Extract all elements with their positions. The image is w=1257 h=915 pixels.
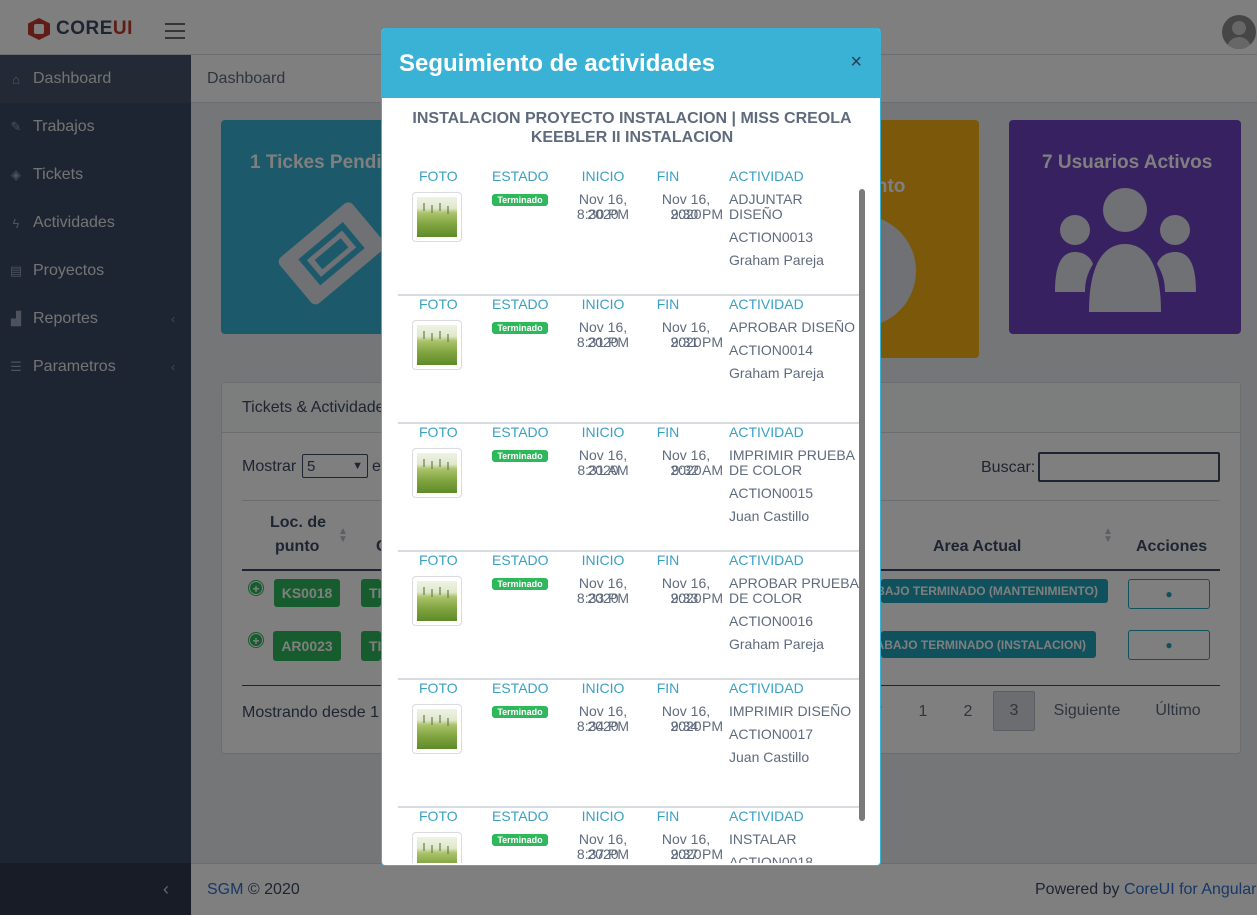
activity-name: INSTALAR	[729, 831, 797, 847]
end-time: 9:30 PM	[670, 206, 723, 222]
start-time: 8:30 PM	[576, 206, 630, 222]
modal-body: INSTALACION PROYECTO INSTALACION | MISS …	[382, 98, 880, 863]
activity-user: Juan Castillo	[729, 749, 810, 765]
activity-item: FOTO ESTADO INICIO FIN ACTIVIDAD Terminado Nov…	[398, 680, 859, 808]
activity-name: IMPRIMIR PRUEBA	[729, 447, 856, 463]
status-badge: Terminado	[492, 450, 548, 462]
activity-name: APROBAR PRUEBA	[729, 575, 859, 591]
activity-item: FOTO ESTADO INICIO FIN ACTIVIDAD Terminado Nov…	[398, 424, 859, 552]
activity-photo-thumbnail[interactable]	[412, 448, 462, 498]
col-label-activity: ACTIVIDAD	[729, 296, 804, 312]
activity-code: ACTION0014	[729, 342, 814, 358]
col-label-photo: FOTO	[419, 424, 458, 440]
status-badge: Terminado	[492, 706, 548, 718]
col-label-start: INICIO	[581, 680, 625, 696]
col-label-status: ESTADO	[492, 808, 549, 824]
activity-photo-thumbnail[interactable]	[412, 704, 462, 754]
image-icon	[417, 837, 457, 863]
project-title: INSTALACION PROYECTO INSTALACION | MISS …	[412, 110, 852, 146]
activity-photo-thumbnail[interactable]	[412, 832, 462, 863]
col-label-status: ESTADO	[492, 552, 549, 568]
activity-item: FOTO ESTADO INICIO FIN ACTIVIDAD Terminado Nov…	[398, 296, 859, 424]
col-label-photo: FOTO	[419, 168, 458, 184]
col-label-photo: FOTO	[419, 808, 458, 824]
status-badge: Terminado	[492, 322, 548, 334]
col-label-status: ESTADO	[492, 424, 549, 440]
col-label-photo: FOTO	[419, 552, 458, 568]
end-time: 9:32 AM	[671, 462, 723, 478]
image-icon	[417, 453, 457, 493]
start-time: 8:34 PM	[576, 718, 630, 734]
start-time: 8:31 PM	[576, 334, 630, 350]
modal-title: Seguimiento de actividades	[399, 49, 716, 77]
col-label-start: INICIO	[581, 808, 625, 824]
col-label-photo: FOTO	[419, 680, 458, 696]
col-label-end: FIN	[656, 808, 680, 824]
activity-code: ACTION0015	[729, 485, 814, 501]
col-label-activity: ACTIVIDAD	[729, 424, 804, 440]
status-badge: Terminado	[492, 194, 548, 206]
activity-code: ACTION0016	[729, 613, 814, 629]
activity-code: ACTION0017	[729, 726, 814, 742]
activity-name-line-2: DE COLOR	[729, 590, 803, 606]
activity-name-line-2: DISEÑO	[729, 206, 783, 222]
activity-user: Juan Castillo	[729, 508, 810, 524]
col-label-end: FIN	[656, 680, 680, 696]
modal-header: Seguimiento de actividades ×	[382, 29, 880, 98]
activity-item: FOTO ESTADO INICIO FIN ACTIVIDAD Terminado Nov…	[398, 552, 859, 680]
activity-user: Graham Pareja	[729, 636, 824, 652]
status-badge: Terminado	[492, 578, 548, 590]
col-label-status: ESTADO	[492, 296, 549, 312]
activity-tracking-modal: Seguimiento de actividades × INSTALACION…	[381, 28, 881, 866]
activity-user: Graham Pareja	[729, 365, 824, 381]
col-label-photo: FOTO	[419, 296, 458, 312]
col-label-activity: ACTIVIDAD	[729, 168, 804, 184]
activity-item: FOTO ESTADO INICIO FIN ACTIVIDAD Terminado Nov…	[398, 808, 859, 863]
activity-user: Graham Pareja	[729, 252, 824, 268]
start-time: 8:33 PM	[576, 590, 630, 606]
activity-photo-thumbnail[interactable]	[412, 320, 462, 370]
col-label-activity: ACTIVIDAD	[729, 680, 804, 696]
activity-name: ADJUNTAR	[729, 191, 803, 207]
close-icon[interactable]: ×	[850, 51, 862, 74]
activity-photo-thumbnail[interactable]	[412, 576, 462, 626]
end-time: 9:33 PM	[670, 590, 723, 606]
col-label-end: FIN	[656, 168, 680, 184]
activity-code: ACTION0013	[729, 229, 814, 245]
col-label-start: INICIO	[581, 424, 625, 440]
end-time: 9:34 PM	[670, 718, 723, 734]
col-label-activity: ACTIVIDAD	[729, 808, 804, 824]
col-label-start: INICIO	[581, 552, 625, 568]
status-badge: Terminado	[492, 834, 548, 846]
start-time: 8:31 AM	[577, 462, 629, 478]
col-label-start: INICIO	[581, 168, 625, 184]
activity-name-line-2: DE COLOR	[729, 462, 803, 478]
activity-item: FOTO ESTADO INICIO FIN ACTIVIDAD Terminado Nov…	[398, 168, 859, 296]
end-time: 9:37 PM	[670, 846, 723, 862]
image-icon	[417, 325, 457, 365]
col-label-status: ESTADO	[492, 680, 549, 696]
image-icon	[417, 197, 457, 237]
activity-photo-thumbnail[interactable]	[412, 192, 462, 242]
activity-name: APROBAR DISEÑO	[729, 319, 856, 335]
col-label-status: ESTADO	[492, 168, 549, 184]
scrollbar[interactable]	[859, 189, 865, 821]
end-time: 9:31 PM	[670, 334, 723, 350]
col-label-activity: ACTIVIDAD	[729, 552, 804, 568]
image-icon	[417, 709, 457, 749]
activity-name: IMPRIMIR DISEÑO	[729, 703, 852, 719]
col-label-end: FIN	[656, 424, 680, 440]
activity-code: ACTION0018	[729, 854, 814, 864]
col-label-end: FIN	[656, 552, 680, 568]
col-label-start: INICIO	[581, 296, 625, 312]
start-time: 8:37 PM	[576, 846, 630, 862]
image-icon	[417, 581, 457, 621]
col-label-end: FIN	[656, 296, 680, 312]
